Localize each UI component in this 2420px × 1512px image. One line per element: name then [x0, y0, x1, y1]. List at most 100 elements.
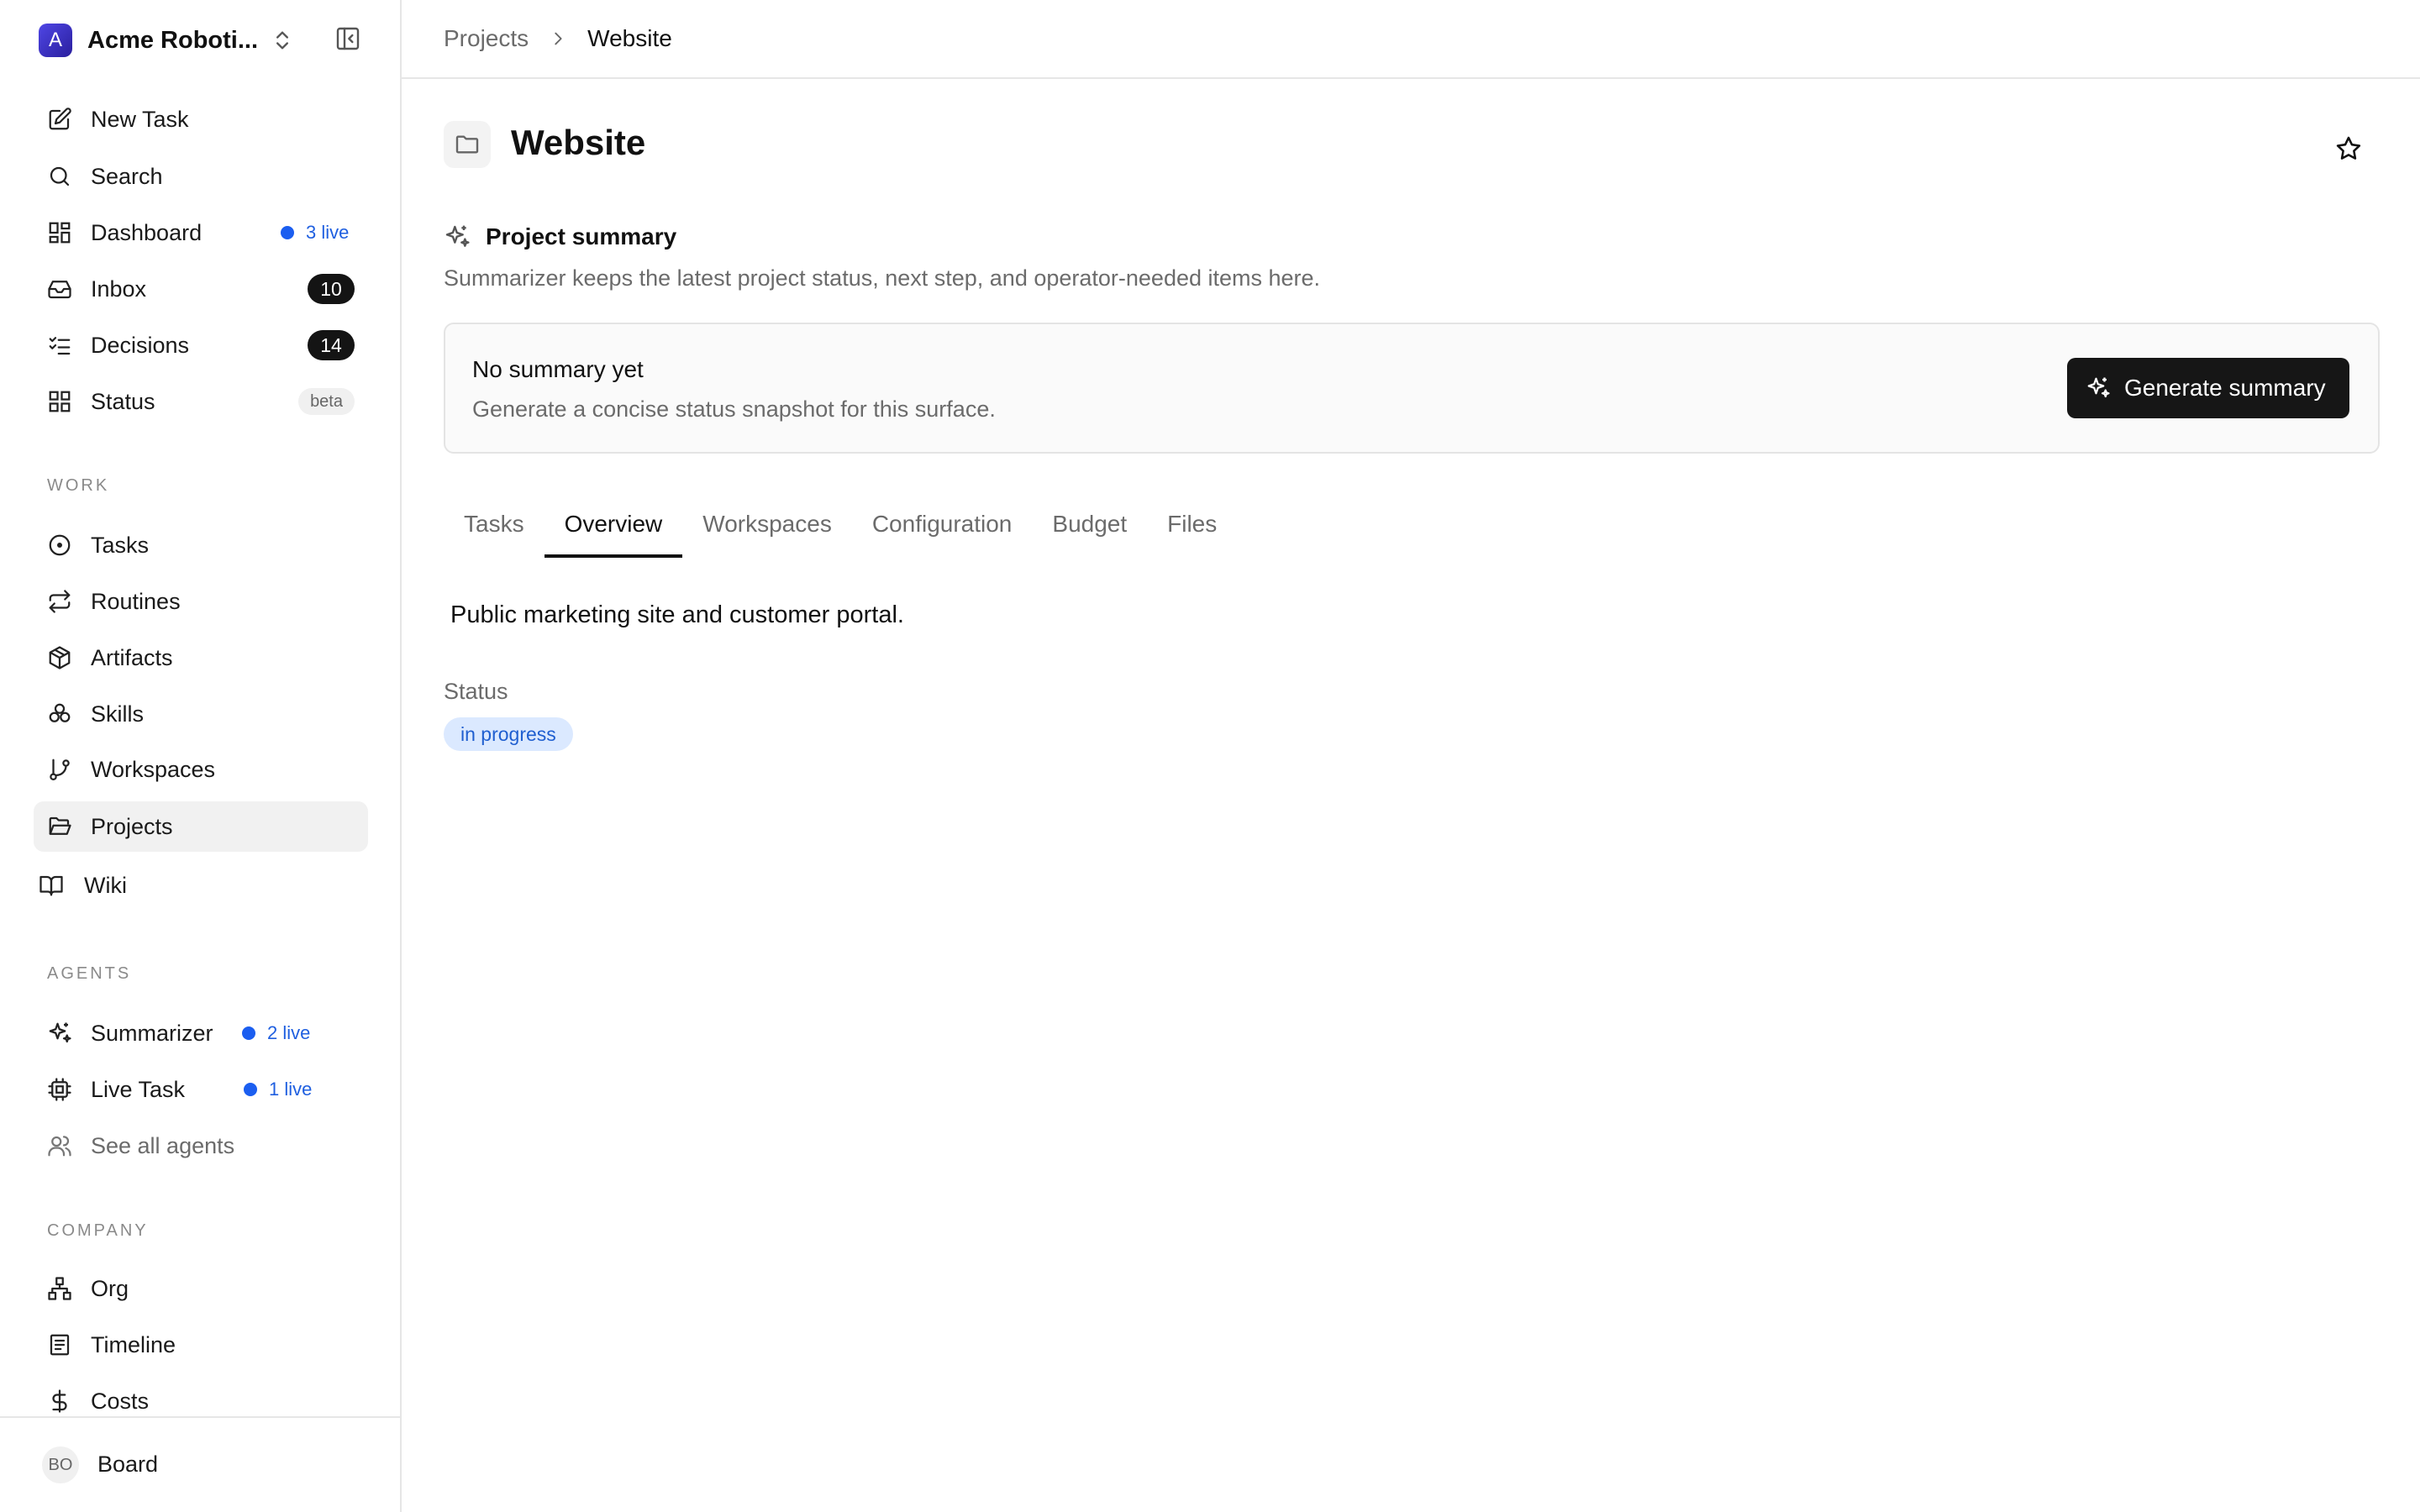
summary-title: Project summary	[486, 223, 677, 249]
search-icon	[47, 164, 72, 189]
sidebar: A Acme Roboti... New Task Search Dashboa…	[0, 0, 402, 1512]
document-list-icon	[47, 1332, 72, 1357]
main-content: Projects Website Website Project summary…	[402, 0, 2420, 1512]
network-icon	[47, 1276, 72, 1301]
nav-label: Decisions	[91, 332, 190, 358]
status-label: Status	[444, 679, 508, 704]
summary-card-title: No summary yet	[472, 356, 644, 382]
edit-icon	[47, 107, 72, 132]
nav-label: Skills	[91, 701, 145, 727]
nav-label: Costs	[91, 1388, 150, 1414]
live-dot-icon	[244, 1083, 257, 1096]
sidebar-item-timeline[interactable]: Timeline	[34, 1320, 368, 1370]
nav-label: Status	[91, 388, 155, 414]
nav-label: Projects	[91, 813, 173, 839]
sidebar-item-workspaces[interactable]: Workspaces	[34, 744, 368, 795]
sidebar-item-routines[interactable]: Routines	[34, 576, 368, 627]
nav-inbox[interactable]: Inbox 10	[34, 264, 368, 314]
tab-workspaces[interactable]: Workspaces	[682, 499, 852, 558]
summary-description: Summarizer keeps the latest project stat…	[444, 265, 1321, 291]
sidebar-item-wiki[interactable]: Wiki	[34, 860, 368, 911]
nav-label: Workspaces	[91, 756, 216, 782]
circle-dot-icon	[47, 533, 72, 558]
status-badge: in progress	[444, 717, 573, 751]
section-label-agents: AGENTS	[47, 964, 132, 983]
sidebar-footer[interactable]: BO Board	[0, 1416, 400, 1512]
sidebar-collapse-icon[interactable]	[334, 25, 361, 52]
avatar: BO	[42, 1446, 79, 1483]
nav-label: Dashboard	[91, 219, 203, 245]
nav-label: Live Task	[91, 1076, 186, 1102]
inbox-count-badge: 10	[308, 274, 355, 304]
org-avatar: A	[39, 24, 72, 57]
checklist-icon	[47, 333, 72, 358]
sidebar-item-skills[interactable]: Skills	[34, 689, 368, 739]
live-count: 3 live	[306, 222, 350, 243]
tab-configuration[interactable]: Configuration	[852, 499, 1033, 558]
nav-label: Org	[91, 1275, 129, 1301]
git-branch-icon	[47, 757, 72, 782]
tab-overview[interactable]: Overview	[544, 499, 683, 558]
decisions-count-badge: 14	[308, 330, 355, 360]
tab-files[interactable]: Files	[1147, 499, 1237, 558]
sidebar-item-artifacts[interactable]: Artifacts	[34, 633, 368, 683]
boxes-icon	[47, 701, 72, 727]
nav-status[interactable]: Status beta	[34, 376, 368, 427]
chevron-up-down-icon	[271, 29, 294, 52]
live-badge: 3 live	[281, 222, 349, 244]
grid-icon	[47, 389, 72, 414]
book-open-icon	[39, 873, 64, 898]
summary-header: Project summary	[444, 223, 676, 250]
repeat-icon	[47, 589, 72, 614]
folder-open-icon	[47, 814, 72, 839]
generate-summary-button[interactable]: Generate summary	[2067, 358, 2349, 418]
nav-label: Inbox	[91, 276, 147, 302]
live-badge: 2 live	[242, 1022, 310, 1044]
nav-decisions[interactable]: Decisions 14	[34, 320, 368, 370]
nav-label: Search	[91, 163, 163, 189]
app-window: A Acme Roboti... New Task Search Dashboa…	[0, 0, 2420, 1512]
org-switcher[interactable]: A Acme Roboti...	[39, 24, 299, 57]
breadcrumb: Projects Website	[444, 25, 672, 52]
nav-search[interactable]: Search	[34, 151, 368, 202]
nav-label: Tasks	[91, 532, 150, 558]
nav-label: Summarizer	[91, 1020, 213, 1046]
project-tabs: Tasks Overview Workspaces Configuration …	[444, 499, 1237, 558]
sidebar-item-see-all-agents[interactable]: See all agents	[34, 1121, 368, 1171]
dashboard-icon	[47, 220, 72, 245]
org-name: Acme Roboti...	[87, 26, 259, 54]
nav-label: Wiki	[84, 872, 127, 898]
nav-label: Artifacts	[91, 644, 173, 670]
nav-label: Routines	[91, 588, 181, 614]
sidebar-item-live-task[interactable]: Live Task 1 live	[34, 1064, 368, 1115]
tab-budget[interactable]: Budget	[1032, 499, 1147, 558]
user-name: Board	[97, 1452, 159, 1477]
summary-card: No summary yet Generate a concise status…	[444, 323, 2380, 454]
section-label-work: WORK	[47, 476, 110, 495]
sparkles-icon	[2086, 375, 2111, 401]
package-icon	[47, 645, 72, 670]
sidebar-item-tasks[interactable]: Tasks	[34, 520, 368, 570]
sparkles-icon	[444, 223, 471, 250]
dollar-icon	[47, 1389, 72, 1414]
live-badge: 1 live	[244, 1079, 312, 1100]
nav-dashboard[interactable]: Dashboard 3 live	[34, 207, 368, 258]
chevron-right-icon	[549, 29, 567, 48]
nav-new-task[interactable]: New Task	[34, 94, 368, 144]
sidebar-item-projects[interactable]: Projects	[34, 801, 368, 852]
tab-tasks[interactable]: Tasks	[444, 499, 544, 558]
star-icon[interactable]	[2334, 134, 2363, 163]
folder-icon	[444, 121, 491, 168]
summary-card-description: Generate a concise status snapshot for t…	[472, 396, 996, 422]
live-count: 1 live	[269, 1079, 313, 1100]
inbox-icon	[47, 276, 72, 302]
sparkles-icon	[47, 1021, 72, 1046]
section-label-company: COMPANY	[47, 1221, 149, 1240]
page-title: Website	[511, 123, 646, 162]
nav-label: See all agents	[91, 1132, 235, 1158]
sidebar-item-org[interactable]: Org	[34, 1263, 368, 1314]
breadcrumb-projects-link[interactable]: Projects	[444, 25, 529, 52]
breadcrumb-current: Website	[587, 25, 672, 51]
sidebar-item-summarizer[interactable]: Summarizer 2 live	[34, 1008, 368, 1058]
top-bar: Projects Website	[402, 0, 2420, 79]
